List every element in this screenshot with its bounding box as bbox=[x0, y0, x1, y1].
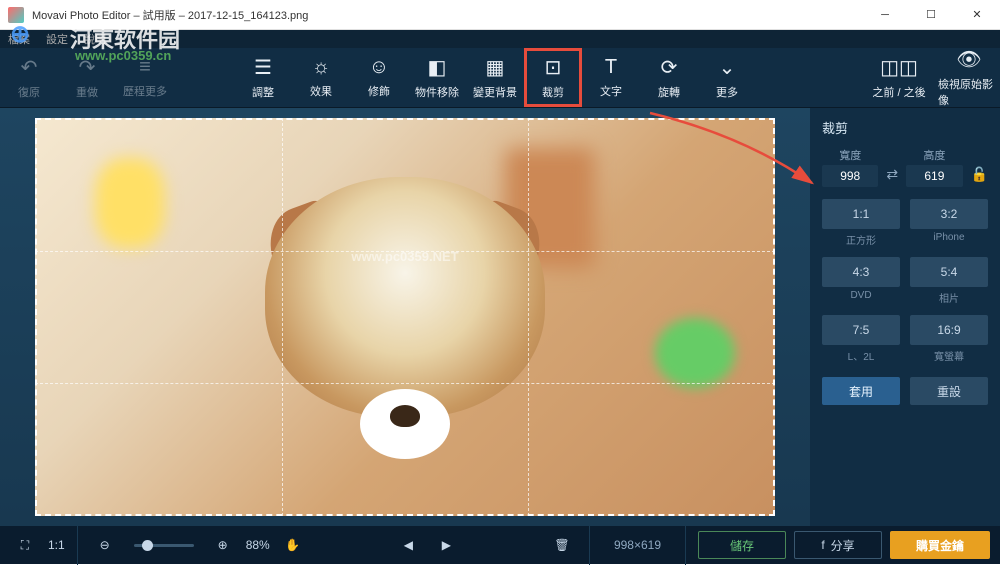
ratio-4-3-label: DVD bbox=[822, 290, 900, 301]
annotation-arrow bbox=[642, 105, 822, 195]
menubar: ⊕ 河東软件园 www.pc0359.cn 檔案 設定 說明 bbox=[0, 30, 1000, 48]
text-label: 文字 bbox=[600, 83, 622, 99]
effects-icon: ☼ bbox=[312, 56, 330, 79]
eye-icon: 👁 bbox=[956, 47, 981, 72]
crop-grid-line bbox=[282, 118, 283, 516]
object-remove-label: 物件移除 bbox=[415, 84, 459, 100]
width-input[interactable] bbox=[822, 165, 878, 187]
share-button[interactable]: f 分享 bbox=[794, 531, 882, 559]
watermark-logo: ⊕ bbox=[10, 20, 30, 49]
crop-label: 裁剪 bbox=[542, 84, 564, 100]
ratio-5-4-button[interactable]: 5:4 bbox=[910, 257, 988, 287]
window-title: Movavi Photo Editor – 試用版 – 2017-12-15_1… bbox=[32, 7, 862, 23]
adjust-label: 調整 bbox=[252, 84, 274, 100]
crop-grid-line bbox=[528, 118, 529, 516]
view-original-label: 檢視原始影像 bbox=[938, 76, 1000, 108]
ratio-16-9-button[interactable]: 16:9 bbox=[910, 315, 988, 345]
crop-button[interactable]: ⊡ 裁剪 bbox=[524, 48, 582, 107]
compare-icon: ◫◫ bbox=[880, 55, 918, 80]
save-button[interactable]: 儲存 bbox=[698, 531, 786, 559]
redo-label: 重做 bbox=[76, 84, 98, 100]
retouch-label: 修飾 bbox=[368, 83, 390, 99]
adjust-icon: ☰ bbox=[254, 55, 272, 80]
image-dimensions: 998×619 bbox=[614, 538, 661, 552]
undo-icon: ↶ bbox=[21, 55, 38, 80]
maximize-button[interactable]: ☐ bbox=[908, 0, 954, 30]
ratio-3-2-label: iPhone bbox=[910, 232, 988, 243]
before-after-button[interactable]: ◫◫ 之前 / 之後 bbox=[860, 48, 938, 107]
retouch-button[interactable]: ☺ 修飾 bbox=[350, 48, 408, 107]
apply-button[interactable]: 套用 bbox=[822, 377, 900, 405]
swap-dimensions-button[interactable]: ⇄ bbox=[886, 152, 898, 183]
rotate-icon: ⟳ bbox=[661, 55, 678, 80]
effects-label: 效果 bbox=[310, 83, 332, 99]
workspace: www.pc0359.NET 裁剪 寬度 ⇄ 高度 🔓 1:1 bbox=[0, 108, 1000, 526]
crop-grid-line bbox=[35, 383, 775, 384]
text-icon: T bbox=[605, 56, 617, 79]
ratio-5-4-label: 相片 bbox=[910, 290, 988, 305]
ratio-7-5-label: L、2L bbox=[822, 348, 900, 363]
bg-change-button[interactable]: ▦ 變更背景 bbox=[466, 48, 524, 107]
bg-icon: ▦ bbox=[486, 55, 505, 80]
buy-button[interactable]: 購買金鑰 bbox=[890, 531, 990, 559]
zoom-in-button[interactable]: ⊕ bbox=[208, 531, 238, 559]
before-after-label: 之前 / 之後 bbox=[872, 84, 925, 100]
ratio-16-9-label: 寬螢幕 bbox=[910, 348, 988, 363]
width-label: 寬度 bbox=[822, 147, 878, 163]
height-label: 高度 bbox=[906, 147, 962, 163]
retouch-icon: ☺ bbox=[369, 56, 389, 79]
rotate-button[interactable]: ⟳ 旋轉 bbox=[640, 48, 698, 107]
bg-change-label: 變更背景 bbox=[473, 84, 517, 100]
fit-label[interactable]: 1:1 bbox=[48, 538, 65, 552]
aspect-ratio-grid: 1:1 正方形 3:2 iPhone 4:3 DVD 5:4 相片 7:5 L、… bbox=[822, 199, 988, 363]
rotate-label: 旋轉 bbox=[658, 84, 680, 100]
more-label: 更多 bbox=[716, 84, 738, 100]
crop-icon: ⊡ bbox=[545, 55, 562, 80]
zoom-out-button[interactable]: ⊖ bbox=[90, 531, 120, 559]
menu-settings[interactable]: 設定 bbox=[46, 31, 68, 47]
statusbar: ⛶ 1:1 ⊖ ⊕ 88% ✋ ◀ ▶ 🗑 998×619 儲存 f 分享 購買… bbox=[0, 526, 1000, 564]
crop-grid-line bbox=[35, 251, 775, 252]
delete-button[interactable]: 🗑 bbox=[547, 531, 577, 559]
view-original-button[interactable]: 👁 檢視原始影像 bbox=[938, 48, 1000, 107]
next-button[interactable]: ▶ bbox=[431, 531, 461, 559]
watermark-url: www.pc0359.cn bbox=[75, 48, 171, 63]
prev-button[interactable]: ◀ bbox=[393, 531, 423, 559]
chevron-down-icon: ⌄ bbox=[719, 55, 736, 80]
lock-aspect-button[interactable]: 🔓 bbox=[971, 152, 988, 183]
zoom-level: 88% bbox=[246, 538, 270, 552]
adjust-button[interactable]: ☰ 調整 bbox=[234, 48, 292, 107]
ratio-4-3-button[interactable]: 4:3 bbox=[822, 257, 900, 287]
close-button[interactable]: ✕ bbox=[954, 0, 1000, 30]
eraser-icon: ◧ bbox=[428, 55, 447, 80]
crop-panel: 裁剪 寬度 ⇄ 高度 🔓 1:1 正方形 3:2 iPhone 4:3 bbox=[810, 108, 1000, 526]
ratio-7-5-button[interactable]: 7:5 bbox=[822, 315, 900, 345]
undo-button[interactable]: ↶ 復原 bbox=[0, 48, 58, 107]
ratio-1-1-button[interactable]: 1:1 bbox=[822, 199, 900, 229]
effects-button[interactable]: ☼ 效果 bbox=[292, 48, 350, 107]
reset-button[interactable]: 重設 bbox=[910, 377, 988, 405]
object-remove-button[interactable]: ◧ 物件移除 bbox=[408, 48, 466, 107]
more-button[interactable]: ⌄ 更多 bbox=[698, 48, 756, 107]
facebook-icon: f bbox=[821, 538, 824, 552]
history-label: 歷程更多 bbox=[123, 83, 167, 99]
ratio-3-2-button[interactable]: 3:2 bbox=[910, 199, 988, 229]
minimize-button[interactable]: ─ bbox=[862, 0, 908, 30]
panel-title: 裁剪 bbox=[822, 118, 988, 137]
zoom-slider[interactable] bbox=[134, 544, 194, 547]
share-label: 分享 bbox=[831, 537, 855, 554]
window-controls: ─ ☐ ✕ bbox=[862, 0, 1000, 30]
height-input[interactable] bbox=[906, 165, 962, 187]
fullscreen-button[interactable]: ⛶ bbox=[10, 531, 40, 559]
text-button[interactable]: T 文字 bbox=[582, 48, 640, 107]
ratio-1-1-label: 正方形 bbox=[822, 232, 900, 247]
undo-label: 復原 bbox=[18, 84, 40, 100]
pan-button[interactable]: ✋ bbox=[278, 531, 308, 559]
